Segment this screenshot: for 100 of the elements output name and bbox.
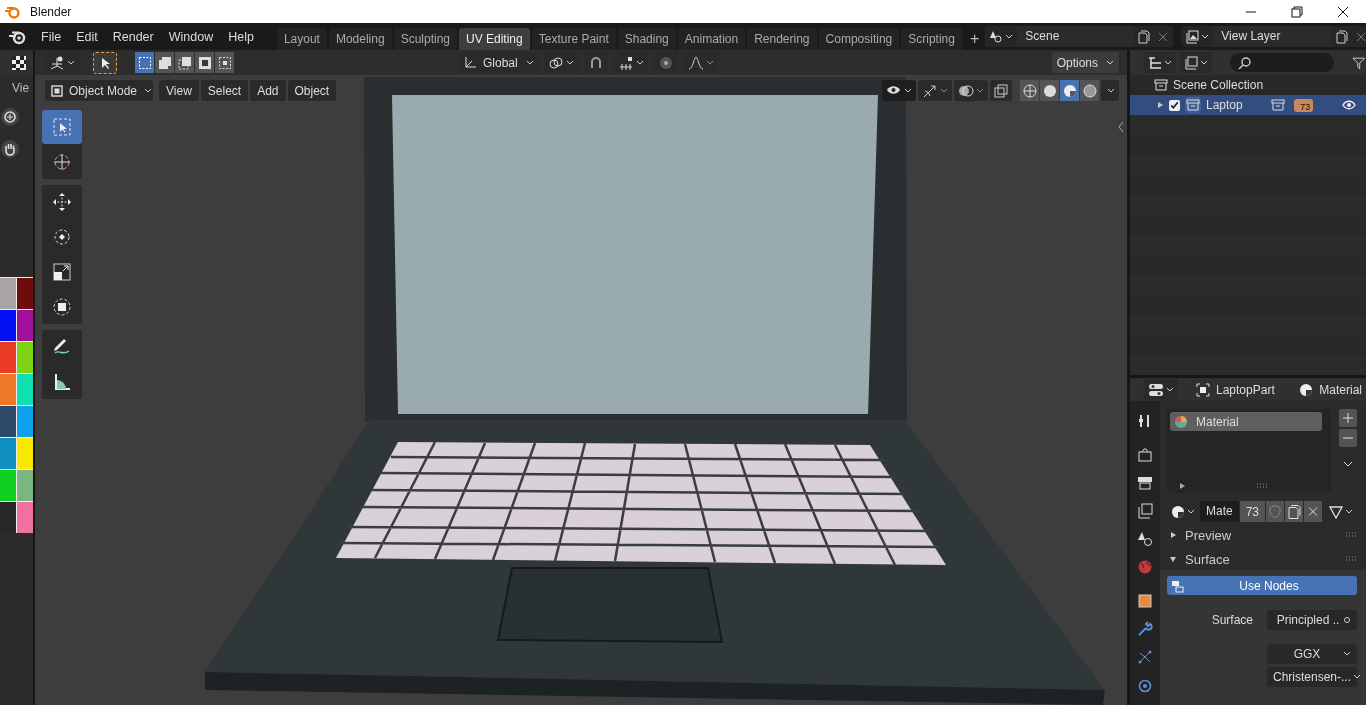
expand-arrow-icon[interactable] [1156, 101, 1164, 109]
orientation-dropdown[interactable]: Global [458, 52, 538, 73]
solid-shading-button[interactable] [1040, 80, 1059, 101]
render-icon[interactable] [1137, 447, 1153, 463]
intersect-selection-button[interactable] [215, 52, 234, 73]
subsurface-method-dropdown[interactable]: Christensen-... [1267, 666, 1357, 687]
visibility-button[interactable] [882, 80, 916, 101]
color-swatch[interactable] [0, 310, 16, 341]
menu-item[interactable]: File [34, 26, 69, 47]
eye-icon[interactable] [1342, 98, 1356, 112]
remove-icon[interactable] [1339, 429, 1357, 447]
object-icon[interactable] [1137, 593, 1153, 609]
workspace-tab[interactable]: Scripting [901, 28, 962, 50]
mode-dropdown[interactable]: Object Mode [45, 80, 153, 101]
display-mode-button[interactable] [1144, 52, 1176, 73]
outliner-item[interactable]: Scene Collection [1173, 78, 1264, 92]
new-selection-button[interactable] [135, 52, 154, 73]
scene-field[interactable]: Scene [1017, 26, 1134, 47]
workspace-tab[interactable]: UV Editing [459, 28, 530, 50]
color-swatch[interactable] [0, 470, 16, 501]
output-icon[interactable] [1137, 475, 1153, 491]
outliner-row[interactable]: Laptop 73 [1130, 95, 1366, 115]
resize-grip-icon[interactable] [1256, 483, 1268, 489]
select-tool-button[interactable] [93, 51, 117, 74]
color-swatch[interactable] [17, 342, 33, 373]
menu-item[interactable]: Render [105, 26, 161, 47]
copy-icon[interactable] [1285, 501, 1304, 522]
hand-icon[interactable] [0, 139, 20, 159]
zoom-icon[interactable] [0, 107, 20, 127]
color-swatch[interactable] [0, 502, 16, 533]
select-tool[interactable] [42, 110, 82, 144]
gizmo-button[interactable] [918, 80, 952, 101]
material-name-field[interactable]: Mate [1200, 501, 1239, 522]
view-layer-field[interactable]: View Layer [1213, 26, 1332, 47]
color-swatch[interactable] [0, 342, 16, 373]
workspace-tab[interactable]: Shading [617, 28, 676, 50]
material-shading-button[interactable] [1060, 80, 1079, 101]
add-icon[interactable] [1339, 409, 1357, 427]
subtract-selection-button[interactable] [175, 52, 194, 73]
expand-arrow-icon[interactable] [1178, 482, 1186, 490]
add-workspace-button[interactable]: + [963, 29, 986, 48]
workspace-tab[interactable]: Rendering [747, 28, 817, 50]
viewport-menu[interactable]: Add [250, 80, 286, 101]
caret-icon [67, 59, 75, 66]
workspace-tab[interactable]: Layout [276, 28, 327, 50]
user-count-button[interactable]: 73 [1239, 501, 1266, 522]
physics-icon[interactable] [1137, 677, 1153, 693]
view-layer-button[interactable] [1180, 52, 1212, 73]
close-icon[interactable] [1337, 5, 1349, 18]
invert-selection-button[interactable] [195, 52, 214, 73]
rendered-shading-button[interactable] [1080, 80, 1099, 101]
viewport-menu[interactable]: Select [200, 80, 249, 101]
surface-shader-field[interactable]: Principled .. [1267, 609, 1357, 630]
color-swatch[interactable] [0, 406, 16, 437]
panel-header[interactable]: Preview [1167, 524, 1357, 546]
panel-header[interactable]: Surface [1167, 548, 1357, 570]
scene-icon[interactable] [1137, 531, 1153, 547]
caret-icon [1201, 33, 1210, 40]
workspace-tab[interactable]: Modeling [328, 28, 392, 50]
snap-target-icon [618, 54, 634, 71]
color-swatch[interactable] [17, 406, 33, 437]
nodes-icon [1171, 578, 1185, 593]
xray-button[interactable] [990, 80, 1012, 101]
use-nodes-button[interactable]: Use Nodes [1167, 576, 1357, 595]
filter-icon[interactable] [1352, 55, 1366, 70]
particles-icon[interactable] [1137, 649, 1153, 665]
color-swatch[interactable] [17, 502, 33, 533]
color-swatch[interactable] [17, 310, 33, 341]
menu-item[interactable]: Edit [69, 26, 105, 47]
editor-type-button[interactable] [1144, 379, 1178, 400]
blender-logo-icon[interactable] [8, 28, 26, 45]
workspace-tab[interactable]: Sculpting [393, 28, 457, 50]
wrench-icon[interactable] [1137, 621, 1153, 637]
side-editor-menu[interactable]: Vie [12, 81, 30, 95]
workspace-tab[interactable]: Animation [677, 28, 746, 50]
viewport-menu[interactable]: Object [287, 80, 337, 101]
menu-item[interactable]: Window [161, 26, 221, 47]
distribution-dropdown[interactable]: GGX [1267, 643, 1357, 664]
menu-item[interactable]: Help [221, 26, 261, 47]
color-swatch[interactable] [0, 374, 16, 405]
view-layer-icon[interactable] [1137, 503, 1153, 519]
checker-icon[interactable] [11, 54, 27, 71]
color-swatch[interactable] [0, 278, 16, 309]
material-slot[interactable]: Material [1170, 412, 1322, 431]
viewport-menu[interactable]: View [159, 80, 199, 101]
color-swatch[interactable] [17, 438, 33, 469]
workspace-tab[interactable]: Texture Paint [531, 28, 616, 50]
search-field[interactable] [1230, 53, 1335, 72]
color-swatch[interactable] [0, 438, 16, 469]
options-dropdown[interactable]: Options [1051, 52, 1119, 73]
color-swatch[interactable] [17, 374, 33, 405]
world-icon[interactable] [1137, 559, 1153, 575]
extend-selection-button[interactable] [155, 52, 174, 73]
color-swatch[interactable] [17, 278, 33, 309]
color-swatch[interactable] [17, 470, 33, 501]
overlays-button[interactable] [954, 80, 988, 101]
wireframe-shading-button[interactable] [1020, 80, 1039, 101]
workspace-tab[interactable]: Compositing [818, 28, 900, 50]
restore-icon[interactable] [1291, 5, 1303, 18]
checkbox[interactable] [1169, 99, 1180, 111]
